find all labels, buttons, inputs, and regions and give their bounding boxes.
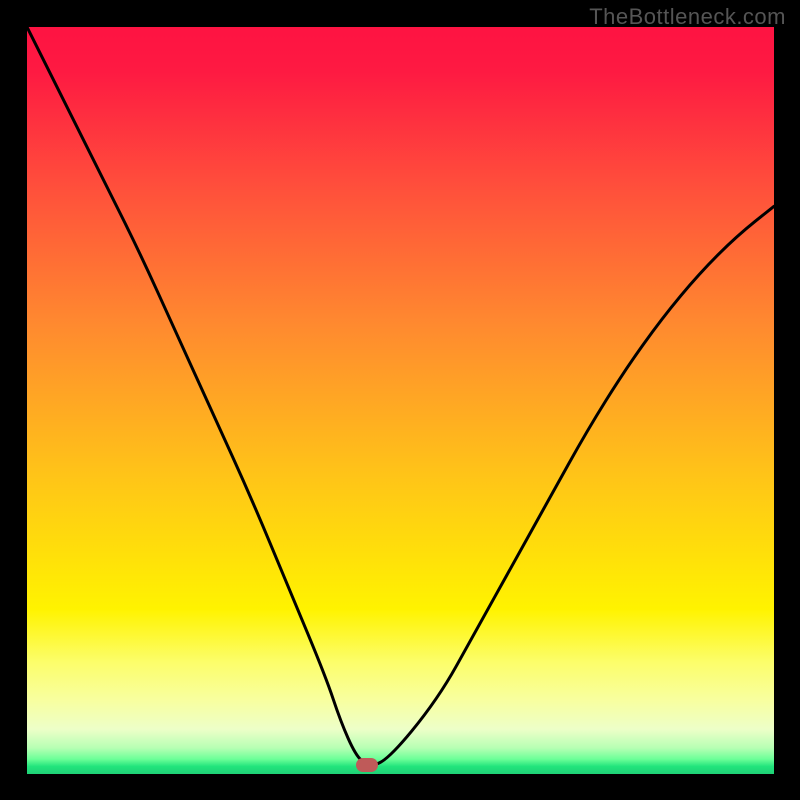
minimum-marker: [356, 758, 378, 772]
watermark-text: TheBottleneck.com: [589, 4, 786, 30]
outer-frame: TheBottleneck.com: [0, 0, 800, 800]
bottleneck-curve: [27, 27, 774, 774]
plot-area: [27, 27, 774, 774]
